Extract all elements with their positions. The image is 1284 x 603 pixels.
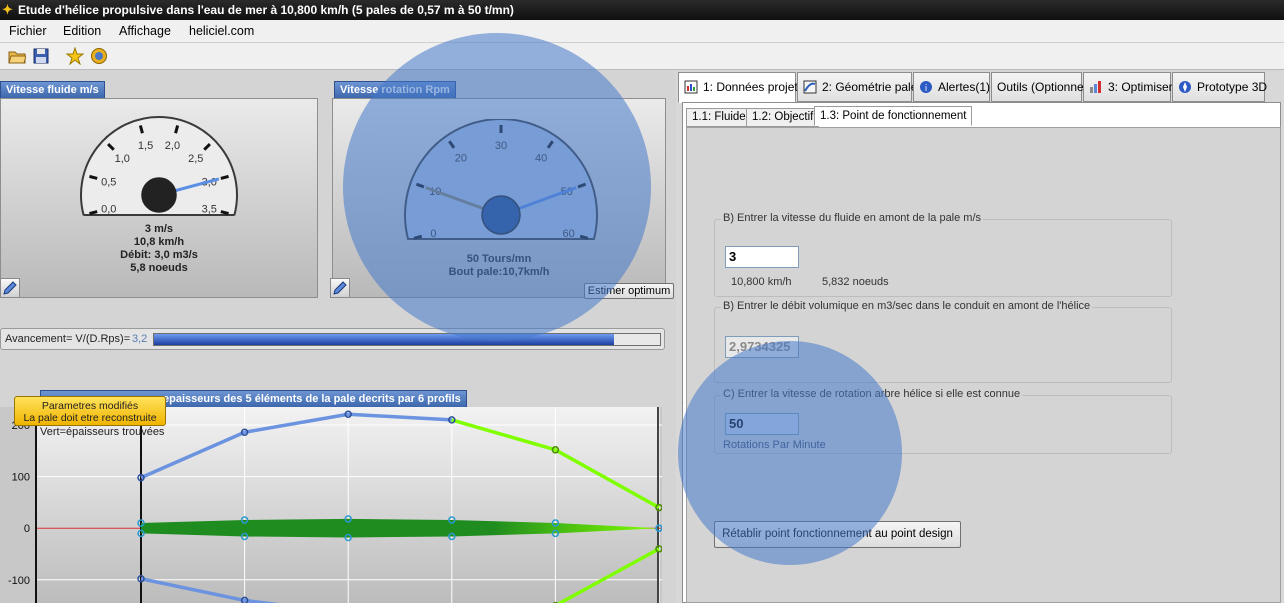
- gauge-rpm-panel: 0102030405060 50 Tours/mn Bout pale:10,7…: [332, 98, 666, 298]
- star-icon[interactable]: [66, 47, 84, 65]
- chart-y-tick-label: 100: [12, 472, 30, 484]
- tab-label: Alertes(1): [938, 80, 991, 94]
- gauge-tick-label: 60: [562, 228, 574, 240]
- subtab-fluid[interactable]: 1.1: Fluide: [686, 108, 752, 127]
- warning-line-2: La pale doit etre reconstruite: [23, 412, 157, 424]
- gauge-tick: [413, 234, 423, 240]
- estimate-optimum-button[interactable]: Estimer optimum: [584, 283, 674, 299]
- gauge-tick-label: 1,0: [115, 153, 130, 165]
- group-fluid-speed: B) Entrer la vitesse du fluide en amont …: [714, 212, 1172, 297]
- fluid-speed-knots: 5,832 noeuds: [822, 276, 889, 288]
- tab-prototype-3d[interactable]: Prototype 3D: [1172, 72, 1268, 102]
- menu-fichier[interactable]: Fichier: [9, 24, 47, 38]
- advance-progress-fill: [154, 334, 615, 345]
- gauge-fluid-readout-3: Débit: 3,0 m3/s: [120, 249, 198, 261]
- gauge-tick-label: 30: [495, 140, 507, 152]
- tab-label: 1: Données projet: [703, 80, 798, 94]
- gauge-tick-label: 40: [535, 153, 547, 165]
- gauge-tick-label: 2,0: [165, 140, 180, 152]
- advance-progress-track: [153, 333, 661, 346]
- gauge-tick-label: 0,5: [101, 177, 116, 189]
- gauge-tick-label: 0,0: [101, 203, 116, 215]
- thickness-chart-panel: 200 100 0 -100 Vert=épaisseurs trouvées: [0, 407, 662, 603]
- group-fluid-speed-title: B) Entrer la vitesse du fluide en amont …: [721, 212, 984, 224]
- advance-ratio-bar: Avancement= V/(D.Rps)= 3,2: [0, 328, 665, 350]
- gauge-tick-label: 3,5: [202, 203, 217, 215]
- gauge-tick: [89, 174, 98, 180]
- gauge-hub: [141, 177, 177, 213]
- edit-rpm-button[interactable]: [330, 278, 350, 298]
- subtab-objective[interactable]: 1.2: Objectif: [746, 108, 820, 127]
- toolbar: [0, 43, 1284, 70]
- rotation-speed-input[interactable]: 50: [725, 413, 799, 435]
- tab-label: Prototype 3D: [1197, 80, 1268, 94]
- menu-affichage[interactable]: Affichage: [119, 24, 171, 38]
- chart-y-tick-label: -100: [8, 575, 30, 587]
- fluid-speed-kmh: 10,800 km/h: [731, 276, 792, 288]
- gauge-tick: [220, 174, 229, 180]
- app-icon: ✦: [2, 2, 13, 17]
- gauge-tick-label: 2,5: [188, 153, 203, 165]
- tab-optimize[interactable]: 3: Optimiser: [1083, 72, 1173, 102]
- gauge-tick: [89, 210, 98, 216]
- group-flow-rate: B) Entrer le débit volumique en m3/sec d…: [714, 300, 1172, 383]
- gauge-tick: [138, 125, 144, 134]
- tab-label: Outils (Optionnel): [997, 80, 1091, 94]
- gauge-tick-label: 0: [430, 228, 436, 240]
- window-title: Etude d'hélice propulsive dans l'eau de …: [18, 3, 514, 17]
- gauge-tick-label: 1,5: [138, 140, 153, 152]
- gauge-tick: [220, 210, 229, 216]
- save-disk-icon[interactable]: [32, 47, 50, 65]
- tab-label: 3: Optimiser: [1108, 80, 1173, 94]
- gauge-rpm-dial: 0102030405060: [404, 119, 598, 240]
- gauge-hub: [481, 195, 521, 235]
- flow-rate-input[interactable]: 2,9734325: [725, 336, 799, 358]
- tab-tools[interactable]: Outils (Optionnel): [991, 72, 1090, 102]
- group-flow-rate-title: B) Entrer le débit volumique en m3/sec d…: [721, 300, 1093, 312]
- subtab-operating-point[interactable]: 1.3: Point de fonctionnement: [814, 106, 973, 126]
- tab-project-data[interactable]: 1: Données projet: [678, 72, 798, 103]
- gauge-tick: [579, 234, 589, 240]
- gauge-fluid-readout-2: 10,8 km/h: [133, 236, 185, 248]
- gauge-rpm-label: Vitesse rotation Rpm: [334, 81, 456, 98]
- edit-fluid-button[interactable]: [0, 278, 20, 298]
- alert-icon: i: [920, 81, 932, 94]
- open-folder-icon[interactable]: [8, 47, 26, 65]
- pencil-icon: [333, 281, 347, 295]
- gauge-tick-label: 20: [455, 153, 467, 165]
- gauge-fluid-dial: 0,00,51,01,52,02,53,03,5: [80, 116, 238, 216]
- advance-value: 3,2: [132, 333, 148, 345]
- window-titlebar: ✦ Etude d'hélice propulsive dans l'eau d…: [0, 0, 1284, 20]
- rotation-unit: Rotations Par Minute: [723, 439, 826, 451]
- prototype-3d-icon: [1179, 81, 1191, 93]
- chart-sublabel: Vert=épaisseurs trouvées: [40, 426, 165, 438]
- gauge-rpm-readout-1: 50 Tours/mn: [466, 253, 532, 265]
- menu-edition[interactable]: Edition: [63, 24, 101, 38]
- warning-line-1: Parametres modifiés: [41, 400, 139, 412]
- tab-alerts[interactable]: i Alertes(1): [913, 72, 990, 102]
- reset-operating-point-button[interactable]: Rétablir point fonctionnement au point d…: [714, 521, 961, 548]
- menu-bar: Fichier Edition Affichage heliciel.com: [0, 20, 1284, 43]
- rebuild-warning-badge: Parametres modifiés La pale doit etre re…: [14, 396, 166, 426]
- gauge-rpm-readout-2: Bout pale:10,7km/h: [448, 266, 550, 278]
- gauge-fluid-readout-4: 5,8 noeuds: [130, 262, 188, 274]
- gauge-tick: [174, 125, 180, 134]
- optimize-icon: [1090, 81, 1101, 93]
- menu-heliciel[interactable]: heliciel.com: [189, 24, 254, 38]
- blade-geometry-icon: [803, 80, 817, 94]
- globe-icon[interactable]: [90, 47, 108, 65]
- group-rotation-speed: C) Entrer la vitesse de rotation arbre h…: [714, 388, 1172, 454]
- gauge-fluid-readout-1: 3 m/s: [144, 223, 174, 235]
- chart-y-tick-label: 0: [24, 523, 30, 535]
- project-data-icon: [684, 80, 698, 94]
- tab-label: 2: Géométrie pale: [822, 80, 918, 94]
- gauge-fluid-panel: 0,00,51,01,52,02,53,03,5 3 m/s 10,8 km/h…: [0, 98, 318, 298]
- pencil-icon: [3, 281, 17, 295]
- svg-text:i: i: [925, 84, 928, 94]
- tab-blade-geometry[interactable]: 2: Géométrie pale: [797, 72, 917, 102]
- fluid-speed-input[interactable]: 3: [725, 246, 799, 268]
- advance-label: Avancement= V/(D.Rps)=: [5, 333, 131, 345]
- group-rotation-title: C) Entrer la vitesse de rotation arbre h…: [721, 388, 1023, 400]
- gauge-fluid-label: Vitesse fluide m/s: [0, 81, 105, 98]
